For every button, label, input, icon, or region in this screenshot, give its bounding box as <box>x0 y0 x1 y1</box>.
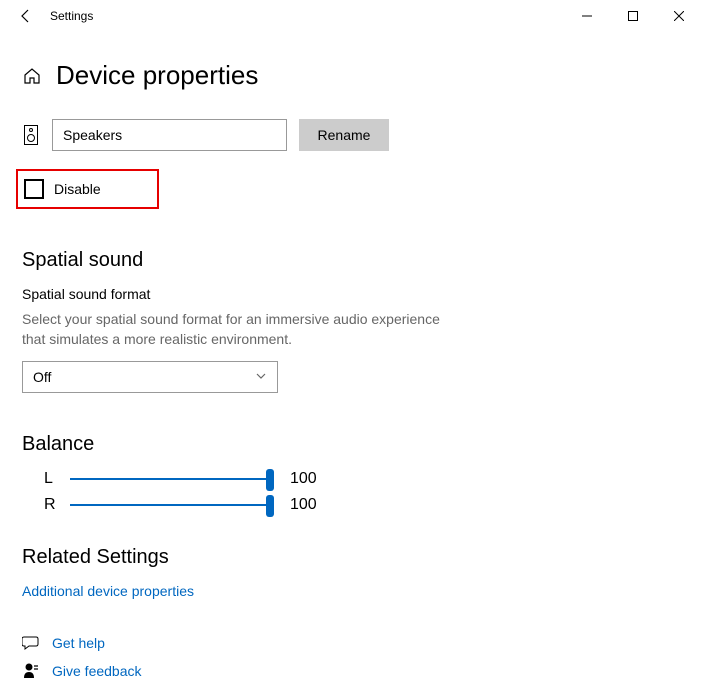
close-button[interactable] <box>656 0 702 32</box>
spatial-format-label: Spatial sound format <box>22 286 680 302</box>
disable-checkbox[interactable] <box>24 179 44 199</box>
balance-left-label: L <box>44 470 70 488</box>
minimize-button[interactable] <box>564 0 610 32</box>
spatial-selected-value: Off <box>33 369 51 385</box>
balance-heading: Balance <box>22 433 680 456</box>
page-title: Device properties <box>56 60 258 91</box>
balance-right-value: 100 <box>290 496 317 514</box>
help-icon <box>22 635 40 651</box>
balance-left-slider[interactable] <box>70 478 270 480</box>
rename-button[interactable]: Rename <box>299 119 389 151</box>
related-heading: Related Settings <box>22 546 680 569</box>
spatial-format-dropdown[interactable]: Off <box>22 361 278 393</box>
back-button[interactable] <box>10 0 42 32</box>
chevron-down-icon <box>255 369 267 385</box>
home-icon[interactable] <box>22 66 42 86</box>
feedback-icon <box>22 663 40 679</box>
spatial-description: Select your spatial sound format for an … <box>22 310 462 349</box>
maximize-button[interactable] <box>610 0 656 32</box>
spatial-heading: Spatial sound <box>22 249 680 272</box>
window-title: Settings <box>50 9 93 23</box>
balance-right-slider[interactable] <box>70 504 270 506</box>
additional-properties-link[interactable]: Additional device properties <box>22 583 680 599</box>
device-name-input[interactable] <box>52 119 287 151</box>
speaker-icon <box>22 125 40 145</box>
balance-right-label: R <box>44 496 70 514</box>
balance-left-value: 100 <box>290 470 317 488</box>
get-help-link[interactable]: Get help <box>52 635 105 651</box>
disable-label: Disable <box>54 181 101 197</box>
give-feedback-link[interactable]: Give feedback <box>52 663 142 679</box>
disable-highlight-box: Disable <box>16 169 159 209</box>
